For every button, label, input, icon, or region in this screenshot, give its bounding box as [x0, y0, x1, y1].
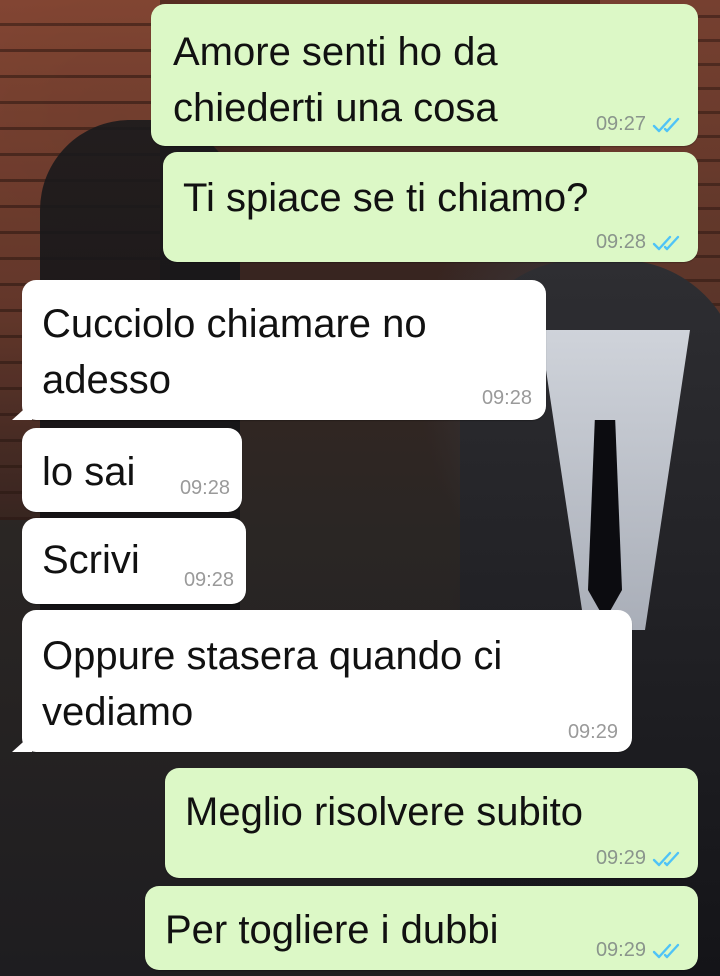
message-bubble-outgoing[interactable]: Meglio risolvere subito 09:29: [165, 768, 698, 878]
message-bubble-incoming[interactable]: Oppure stasera quando ci vediamo 09:29: [12, 610, 632, 752]
message-time: 09:29: [567, 721, 618, 743]
message-time: 09:28: [481, 387, 532, 409]
message-meta: 09:27: [596, 113, 686, 136]
message-time: 09:28: [183, 569, 234, 591]
message-text: Ti spiace se ti chiamo?: [183, 176, 589, 220]
message-text: Meglio risolvere subito: [185, 790, 583, 834]
message-bubble-outgoing[interactable]: Per togliere i dubbi 09:29: [145, 886, 698, 970]
message-meta: 09:29: [596, 847, 686, 870]
message-meta: 09:29: [568, 721, 618, 744]
message-text: Amore senti ho da chiederti una cosa: [173, 30, 498, 130]
message-bubble-outgoing[interactable]: Ti spiace se ti chiamo? 09:28: [163, 152, 698, 262]
message-text: Scrivi: [42, 538, 140, 582]
double-check-icon: [652, 851, 680, 866]
message-time: 09:29: [595, 939, 646, 961]
message-text: Per togliere i dubbi: [165, 908, 499, 952]
message-time: 09:27: [595, 113, 646, 135]
message-text: lo sai: [42, 450, 136, 494]
message-time: 09:28: [179, 477, 230, 499]
message-time: 09:29: [595, 847, 646, 869]
message-meta: 09:28: [596, 231, 686, 254]
double-check-icon: [652, 943, 680, 958]
message-meta: 09:28: [184, 569, 234, 592]
message-meta: 09:28: [482, 387, 532, 410]
message-text: Oppure stasera quando ci vediamo: [42, 634, 503, 734]
message-bubble-incoming[interactable]: lo sai 09:28: [22, 428, 242, 512]
message-meta: 09:28: [180, 477, 230, 500]
double-check-icon: [652, 117, 680, 132]
message-time: 09:28: [595, 231, 646, 253]
message-bubble-incoming[interactable]: Cucciolo chiamare no adesso 09:28: [12, 280, 546, 420]
message-bubble-incoming[interactable]: Scrivi 09:28: [22, 518, 246, 604]
double-check-icon: [652, 235, 680, 250]
message-bubble-outgoing[interactable]: Amore senti ho da chiederti una cosa 09:…: [151, 4, 698, 146]
message-meta: 09:29: [596, 939, 686, 962]
message-text: Cucciolo chiamare no adesso: [42, 302, 427, 402]
